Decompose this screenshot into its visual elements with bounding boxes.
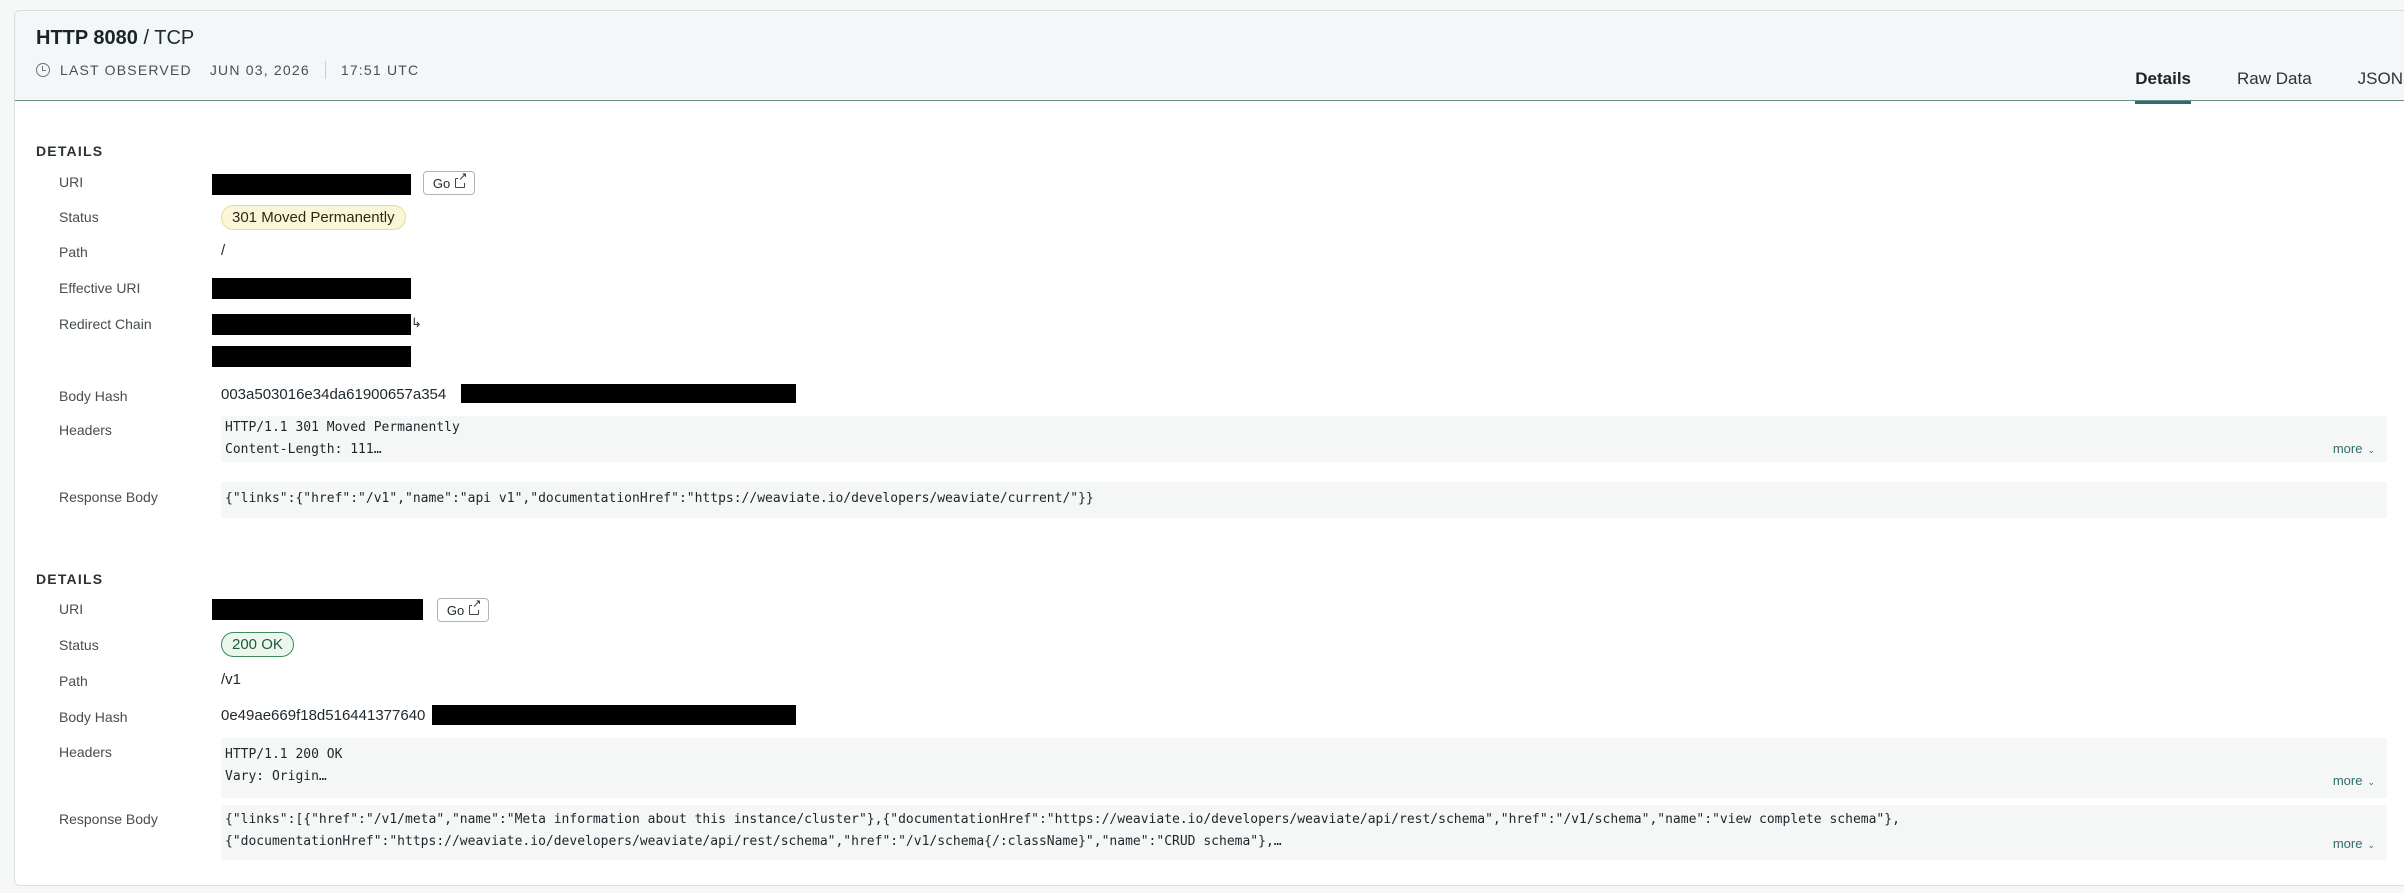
body-hash-value: 003a503016e34da61900657a354 [221, 386, 447, 403]
protocol-port: HTTP 8080 [36, 27, 138, 49]
port: 8080 [93, 27, 138, 49]
observed-date: JUN 03, 2026 [209, 62, 310, 78]
effective-uri-label: Effective URI [59, 280, 141, 296]
status-badge: 200 OK [221, 632, 294, 657]
header-line: Vary: Origin… [225, 769, 327, 784]
protocol: HTTP [36, 27, 88, 49]
headers-box: HTTP/1.1 301 Moved Permanently Content-Le… [221, 416, 2387, 462]
response-body-line: {"links":[{"href":"/v1/meta","name":"Met… [225, 812, 1900, 827]
more-button[interactable]: more ⌄ [2333, 833, 2375, 856]
chevron-down-icon: ⌄ [2367, 445, 2375, 455]
details-section-2: DETAILS URI Go Status 200 OK Path /v1 Bo… [36, 571, 2387, 860]
response-body-label: Response Body [59, 811, 158, 827]
tab-json[interactable]: JSON [2358, 69, 2403, 104]
body-hash-label: Body Hash [59, 709, 128, 725]
response-body-text: {"links":{"href":"/v1","name":"api v1","… [225, 491, 1094, 506]
path-label: Path [59, 673, 88, 689]
tab-raw-data[interactable]: Raw Data [2237, 69, 2312, 104]
more-label: more [2332, 441, 2363, 456]
tab-details[interactable]: Details [2135, 69, 2192, 104]
details-section-1: DETAILS URI Go Status 301 Moved Permanen… [36, 143, 2387, 518]
more-button[interactable]: more ⌄ [2333, 438, 2375, 461]
service-title: HTTP 8080 / TCP [36, 27, 194, 50]
redacted-uri [212, 599, 423, 620]
chevron-down-icon: ⌄ [2367, 840, 2375, 850]
external-link-icon [455, 172, 468, 188]
more-button[interactable]: more ⌄ [2333, 770, 2375, 793]
header-line: HTTP/1.1 200 OK [225, 747, 343, 762]
path-value: /v1 [221, 671, 242, 688]
redacted-effective-uri [212, 278, 411, 299]
transport: TCP [154, 27, 195, 49]
redacted-body-hash [432, 705, 796, 725]
response-body-line: {"documentationHref":"https://weaviate.i… [225, 834, 1282, 849]
headers-label: Headers [59, 744, 112, 760]
title-separator: / [143, 27, 150, 49]
header-line: Content-Length: 111… [225, 442, 382, 457]
go-button[interactable]: Go [423, 171, 475, 195]
headers-box: HTTP/1.1 200 OK Vary: Origin… more ⌄ [221, 738, 2387, 798]
view-tabs: Details Raw Data JSON [2089, 69, 2403, 104]
more-label: more [2332, 836, 2363, 851]
observed-time: 17:51 UTC [340, 62, 420, 78]
path-label: Path [59, 244, 88, 260]
divider [324, 61, 326, 79]
go-label: Go [432, 175, 451, 191]
last-observed: LAST OBSERVED JUN 03, 2026 17:51 UTC [36, 61, 419, 79]
arrow-down-icon: ↳ [411, 315, 422, 330]
section-title: DETAILS [36, 143, 104, 159]
header-line: HTTP/1.1 301 Moved Permanently [225, 420, 460, 435]
body-hash-value: 0e49ae669f18d516441377640 [221, 707, 426, 724]
service-header: HTTP 8080 / TCP LAST OBSERVED JUN 03, 20… [15, 11, 2404, 104]
response-body-box: {"links":{"href":"/v1","name":"api v1","… [221, 482, 2387, 518]
go-button[interactable]: Go [437, 598, 489, 622]
uri-label: URI [59, 174, 84, 190]
status-label: Status [59, 637, 99, 653]
redacted-redirect-2 [212, 346, 411, 367]
response-body-box: {"links":[{"href":"/v1/meta","name":"Met… [221, 805, 2387, 860]
uri-label: URI [59, 601, 84, 617]
redacted-redirect-1 [212, 314, 411, 335]
redirect-chain-label: Redirect Chain [59, 316, 152, 332]
status-label: Status [59, 209, 99, 225]
section-title: DETAILS [36, 571, 104, 587]
service-panel: HTTP 8080 / TCP LAST OBSERVED JUN 03, 20… [14, 10, 2404, 886]
chevron-down-icon: ⌄ [2367, 777, 2375, 787]
clock-icon [36, 63, 50, 77]
response-body-label: Response Body [59, 489, 158, 505]
last-observed-label: LAST OBSERVED [60, 62, 192, 78]
more-label: more [2332, 773, 2363, 788]
redacted-body-hash [461, 384, 796, 403]
headers-label: Headers [59, 422, 112, 438]
status-badge: 301 Moved Permanently [221, 205, 406, 230]
go-label: Go [446, 602, 465, 618]
external-link-icon [469, 599, 482, 615]
redacted-uri [212, 174, 411, 195]
body-hash-label: Body Hash [59, 388, 128, 404]
path-value: / [221, 242, 226, 259]
